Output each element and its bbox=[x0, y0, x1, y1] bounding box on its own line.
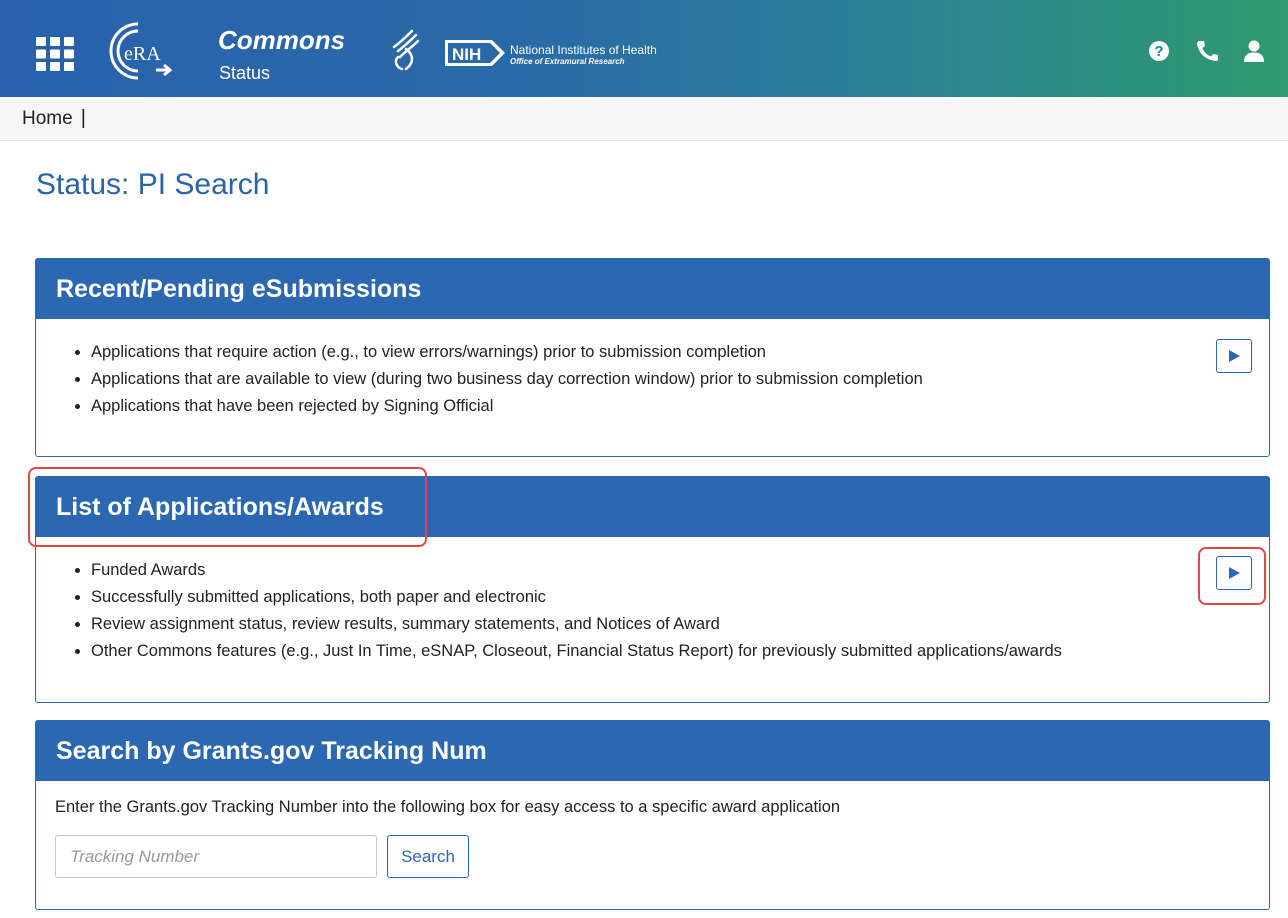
hhs-logo bbox=[392, 29, 420, 71]
panel-title: Recent/Pending eSubmissions bbox=[36, 259, 1269, 319]
open-applications-awards-button[interactable] bbox=[1216, 556, 1252, 590]
nih-name-line: National Institutes of Health bbox=[510, 43, 657, 57]
panel-list: Funded Awards Successfully submitted app… bbox=[36, 557, 1269, 665]
panel-title: List of Applications/Awards bbox=[36, 477, 1269, 537]
play-icon bbox=[1229, 350, 1240, 362]
app-subtitle: Status bbox=[219, 63, 271, 83]
svg-text:eRA: eRA bbox=[124, 43, 161, 65]
tracking-search-panel: Search by Grants.gov Tracking Num Enter … bbox=[35, 720, 1270, 910]
play-icon bbox=[1229, 567, 1240, 579]
open-recent-submissions-button[interactable] bbox=[1216, 339, 1252, 373]
search-row: Search bbox=[36, 817, 1269, 878]
nih-logo: NIH bbox=[445, 40, 505, 66]
list-item: Successfully submitted applications, bot… bbox=[91, 584, 1269, 611]
breadcrumb: Home | bbox=[0, 97, 1288, 141]
page-title: Status: PI Search bbox=[36, 168, 270, 201]
user-icon[interactable] bbox=[1243, 40, 1265, 62]
phone-icon[interactable] bbox=[1195, 40, 1219, 62]
search-description: Enter the Grants.gov Tracking Number int… bbox=[55, 798, 841, 816]
panel-body: Funded Awards Successfully submitted app… bbox=[36, 537, 1269, 665]
list-item: Applications that require action (e.g., … bbox=[91, 339, 1269, 366]
list-item: Other Commons features (e.g., Just In Ti… bbox=[91, 638, 1269, 665]
nih-office-line: Office of Extramural Research bbox=[510, 57, 625, 66]
help-icon[interactable]: ? bbox=[1148, 40, 1170, 62]
breadcrumb-home[interactable]: Home bbox=[22, 108, 73, 130]
list-item: Applications that are available to view … bbox=[91, 366, 1269, 393]
list-item: Funded Awards bbox=[91, 557, 1269, 584]
apps-grid-icon[interactable] bbox=[36, 37, 74, 71]
top-header: eRA Commons Status NIH National Institut… bbox=[0, 0, 1288, 97]
recent-pending-panel: Recent/Pending eSubmissions Applications… bbox=[35, 258, 1270, 457]
svg-text:NIH: NIH bbox=[452, 45, 481, 64]
app-name: Commons bbox=[218, 25, 346, 55]
nih-name: National Institutes of Health Office of … bbox=[510, 44, 657, 68]
era-logo[interactable]: eRA bbox=[98, 18, 176, 84]
breadcrumb-separator: | bbox=[80, 107, 86, 129]
list-item: Review assignment status, review results… bbox=[91, 611, 1269, 638]
list-item: Applications that have been rejected by … bbox=[91, 393, 1269, 420]
search-button[interactable]: Search bbox=[387, 835, 469, 878]
panel-body: Applications that require action (e.g., … bbox=[36, 319, 1269, 420]
panel-list: Applications that require action (e.g., … bbox=[36, 339, 1269, 420]
applications-awards-panel: List of Applications/Awards Funded Award… bbox=[35, 476, 1270, 703]
tracking-number-input[interactable] bbox=[55, 835, 377, 878]
panel-title: Search by Grants.gov Tracking Num bbox=[36, 721, 1269, 781]
svg-text:?: ? bbox=[1154, 43, 1163, 60]
